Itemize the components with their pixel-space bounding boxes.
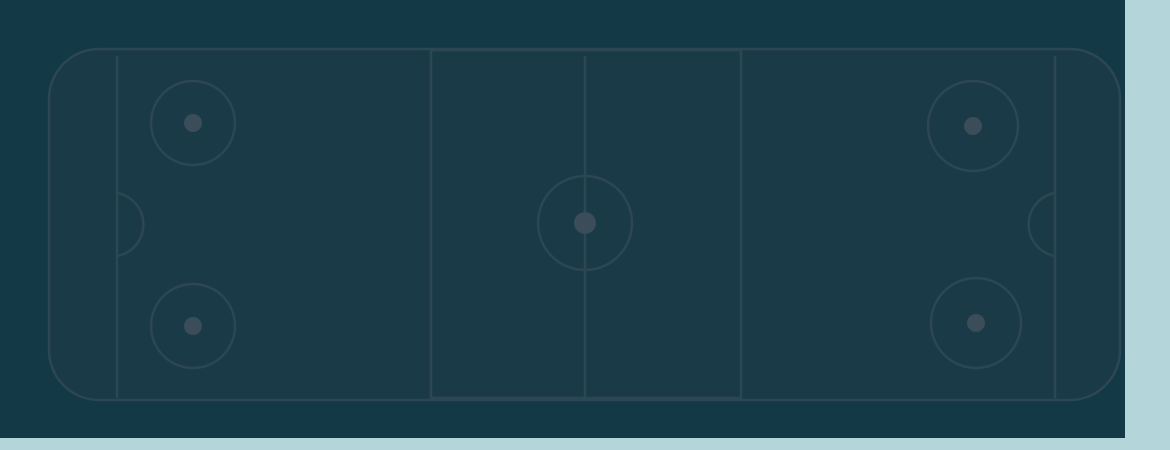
center-faceoff-dot	[574, 212, 596, 234]
right-bottom-faceoff-dot	[967, 314, 985, 332]
right-top-faceoff-dot	[964, 117, 982, 135]
rink-panel	[0, 0, 1125, 438]
hockey-rink-diagram	[47, 47, 1122, 402]
left-top-faceoff-dot	[184, 114, 202, 132]
left-bottom-faceoff-dot	[184, 317, 202, 335]
